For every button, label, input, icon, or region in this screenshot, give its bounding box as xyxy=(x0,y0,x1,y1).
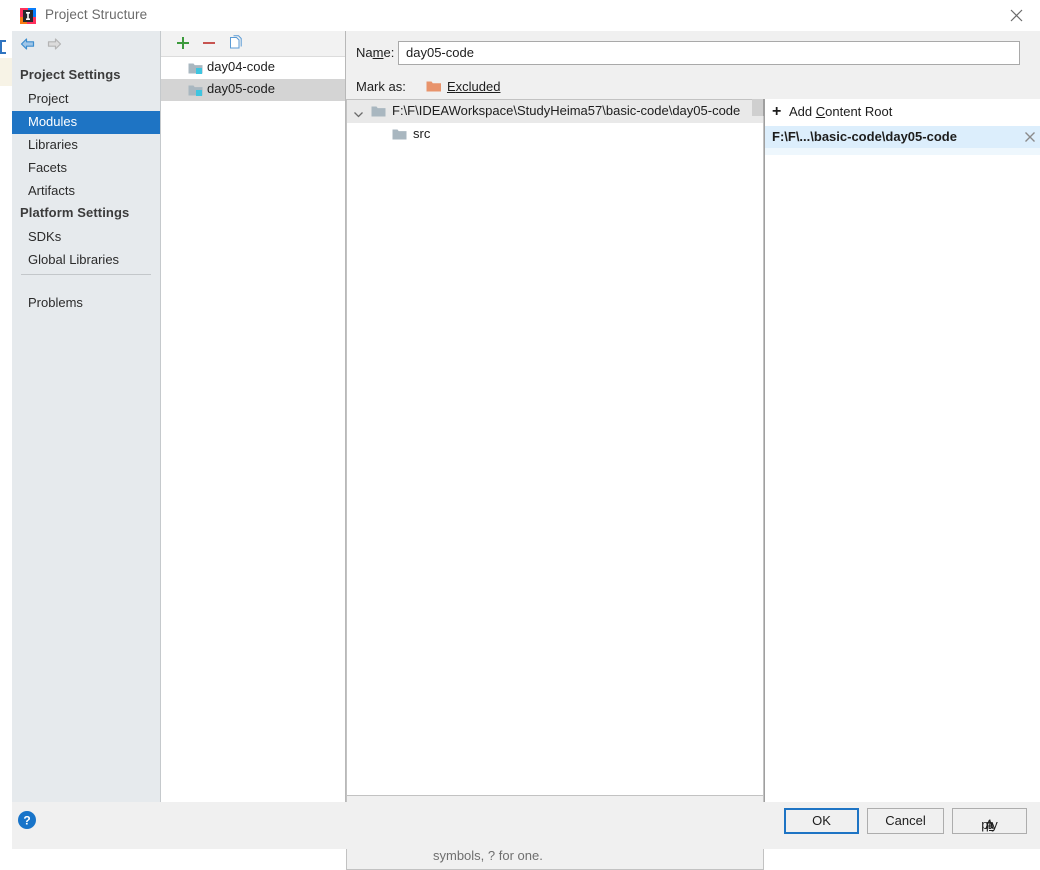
sidebar-item-label: Libraries xyxy=(28,137,78,152)
close-icon[interactable] xyxy=(1024,131,1036,143)
list-item[interactable]: day05-code xyxy=(161,79,345,101)
ok-button[interactable]: OK xyxy=(784,808,859,834)
name-input[interactable]: day05-code xyxy=(398,41,1020,65)
ok-button-label: OK xyxy=(812,813,831,828)
mark-as-label: Mark as: xyxy=(356,79,406,94)
name-input-value: day05-code xyxy=(406,45,474,60)
background-window-strip xyxy=(0,0,13,849)
sidebar-item-label: SDKs xyxy=(28,229,62,244)
modules-toolbar xyxy=(161,31,345,57)
dialog-title: Project Structure xyxy=(45,7,148,22)
module-folder-icon xyxy=(188,83,203,97)
pane-splitter-handle[interactable] xyxy=(752,99,764,116)
arrow-left-icon[interactable] xyxy=(19,36,37,52)
sidebar-item-global-libraries[interactable]: Global Libraries xyxy=(12,249,160,272)
excluded-folder-icon xyxy=(426,80,442,93)
sidebar-item-sdks[interactable]: SDKs xyxy=(12,226,160,249)
list-item[interactable]: day04-code xyxy=(161,57,345,79)
chevron-down-icon[interactable] xyxy=(353,107,364,118)
mark-as-excluded-label: Excluded xyxy=(447,79,501,94)
sidebar-item-project[interactable]: Project xyxy=(12,88,160,111)
sidebar-item-artifacts[interactable]: Artifacts xyxy=(12,180,160,203)
add-content-root-label: Add Content Root xyxy=(789,104,893,119)
remove-module-button[interactable] xyxy=(201,35,221,53)
cancel-button[interactable]: Cancel xyxy=(867,808,944,834)
help-icon[interactable]: ? xyxy=(16,809,48,841)
cancel-button-label: Cancel xyxy=(885,813,926,828)
sidebar-item-label: Project xyxy=(28,91,69,106)
tree-row[interactable]: F:\F\IDEAWorkspace\StudyHeima57\basic-co… xyxy=(347,100,763,123)
sidebar-item-label: Problems xyxy=(28,295,83,310)
mark-as-row: Mark as: Excluded xyxy=(346,76,1040,98)
content-split: F:\F\IDEAWorkspace\StudyHeima57\basic-co… xyxy=(346,99,1040,870)
sidebar-item-libraries[interactable]: Libraries xyxy=(12,134,160,157)
sidebar-divider xyxy=(21,274,151,275)
sidebar-item-facets[interactable]: Facets xyxy=(12,157,160,180)
add-content-root-button[interactable]: + Add Content Root xyxy=(765,99,1040,125)
list-item-label: day05-code xyxy=(207,81,275,96)
copy-icon[interactable] xyxy=(228,35,248,53)
apply-button[interactable]: Ap ply xyxy=(952,808,1027,834)
sidebar-group-platform-settings: Platform Settings xyxy=(20,205,130,220)
module-folder-icon xyxy=(188,61,203,75)
tree-row[interactable]: src xyxy=(347,123,763,146)
list-item-label: day04-code xyxy=(207,59,275,74)
content-root-item[interactable]: F:\F\...\basic-code\day05-code xyxy=(765,126,1040,148)
folder-icon xyxy=(392,128,407,141)
sidebar-item-modules[interactable]: Modules xyxy=(12,111,160,134)
sidebar-item-label: Facets xyxy=(28,160,68,175)
name-row: Name: day05-code xyxy=(346,41,1040,65)
project-structure-dialog: Project Structure Project Settings Proje… xyxy=(12,0,1040,870)
modules-list-panel: day04-code day05-code xyxy=(161,31,346,802)
sidebar-navigation xyxy=(12,31,160,57)
module-detail-panel: Name: day05-code Mark as: Excluded F:\F\… xyxy=(346,31,1040,870)
tree-row-label: F:\F\IDEAWorkspace\StudyHeima57\basic-co… xyxy=(392,103,741,118)
content-roots-panel: + Add Content Root F:\F\...\basic-code\d… xyxy=(765,99,1040,802)
plus-icon: + xyxy=(772,103,782,120)
content-root-path: F:\F\...\basic-code\day05-code xyxy=(772,129,957,144)
arrow-right-icon xyxy=(45,36,63,52)
sidebar-item-label: Artifacts xyxy=(28,183,75,198)
svg-text:?: ? xyxy=(23,814,30,828)
settings-sidebar: Project Settings Project Modules Librari… xyxy=(12,31,161,802)
name-label: Name: xyxy=(356,45,395,60)
sidebar-item-label: Global Libraries xyxy=(28,252,120,267)
sidebar-item-label: Modules xyxy=(28,114,78,129)
folder-icon xyxy=(371,105,386,118)
dialog-titlebar: Project Structure xyxy=(12,0,1040,31)
dialog-content: Project Settings Project Modules Librari… xyxy=(12,31,1040,870)
sidebar-group-project-settings: Project Settings xyxy=(20,67,121,82)
intellij-idea-icon xyxy=(20,8,36,24)
sidebar-item-problems[interactable]: Problems xyxy=(12,292,160,315)
add-module-button[interactable] xyxy=(175,35,195,53)
content-root-list-filler xyxy=(765,148,1040,155)
close-icon[interactable] xyxy=(994,0,1040,31)
dialog-button-bar: ? OK Cancel Ap ply xyxy=(12,802,1040,849)
background-focus-outline xyxy=(0,40,6,54)
content-root-tree: F:\F\IDEAWorkspace\StudyHeima57\basic-co… xyxy=(346,99,764,802)
tree-row-label: src xyxy=(413,126,431,141)
